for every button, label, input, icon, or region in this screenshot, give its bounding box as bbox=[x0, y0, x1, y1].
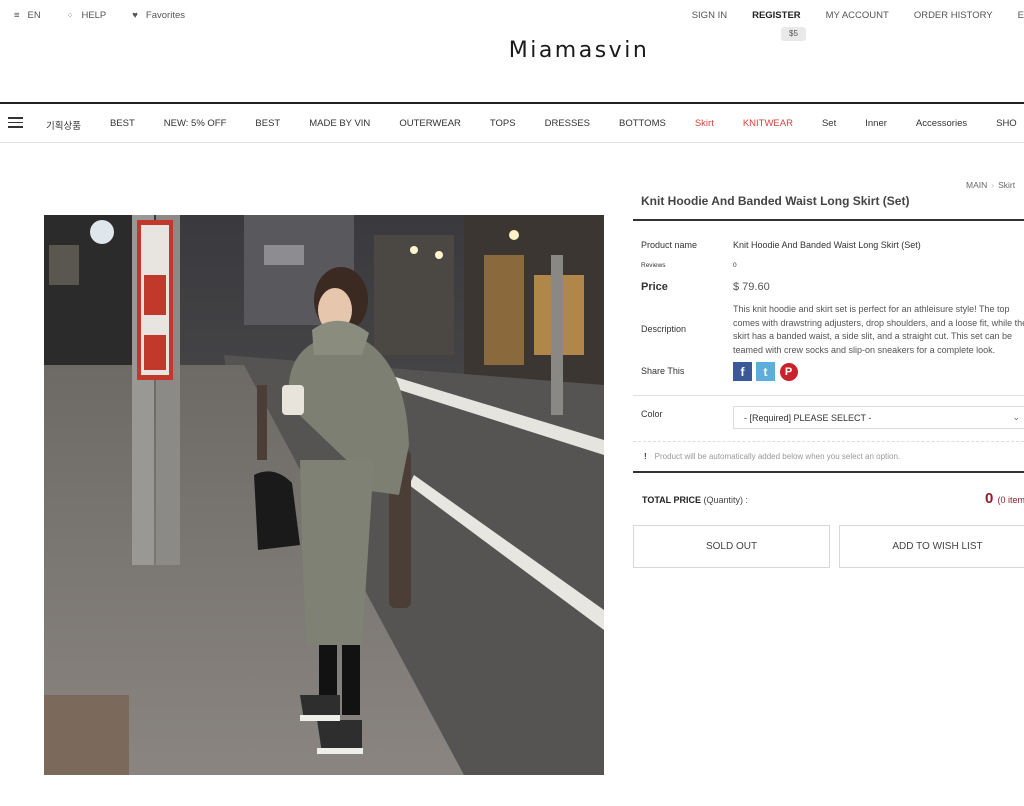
nav-item-made-by-vin[interactable]: MADE BY VIN bbox=[309, 118, 370, 132]
option-notice: ! Product will be automatically added bel… bbox=[633, 441, 1024, 470]
menu-lines-icon: ≡ bbox=[14, 10, 20, 21]
price-value: $ 79.60 bbox=[733, 281, 770, 293]
description-text: This knit hoodie and skirt set is perfec… bbox=[733, 304, 1024, 355]
nav-item-dresses[interactable]: DRESSES bbox=[545, 118, 590, 132]
price-label: Price bbox=[641, 281, 668, 293]
notice-text: Product will be automatically added belo… bbox=[654, 452, 901, 461]
share-label: Share This bbox=[641, 366, 685, 376]
total-price-label: TOTAL PRICE (Quantity) : bbox=[642, 495, 749, 505]
chevron-down-icon: ⌄ bbox=[1012, 412, 1020, 422]
color-label: Color bbox=[641, 409, 663, 419]
breadcrumb-main[interactable]: MAIN bbox=[966, 180, 987, 190]
nav-item-accessories[interactable]: Accessories bbox=[916, 118, 967, 132]
pinterest-icon[interactable]: P bbox=[779, 362, 798, 381]
nav-item-outerwear[interactable]: OUTERWEAR bbox=[399, 118, 461, 132]
main-navigation: 기획상품 BEST NEW: 5% OFF BEST MADE BY VIN O… bbox=[0, 102, 1024, 143]
language-selector[interactable]: ≡ EN bbox=[14, 10, 41, 21]
product-name-label: Product name bbox=[641, 240, 698, 250]
hamburger-menu-icon[interactable] bbox=[8, 117, 23, 128]
breadcrumb-chevron-icon: › bbox=[991, 180, 995, 190]
site-logo[interactable]: Miamasvin bbox=[0, 38, 1024, 63]
twitter-icon[interactable]: t bbox=[756, 362, 775, 381]
nav-item-new[interactable]: NEW: 5% OFF bbox=[164, 118, 227, 132]
breadcrumb-current[interactable]: Skirt bbox=[998, 180, 1015, 190]
nav-item-tops[interactable]: TOPS bbox=[490, 118, 516, 132]
breadcrumb: MAIN › Skirt bbox=[966, 180, 1015, 190]
register-link[interactable]: REGISTER bbox=[752, 10, 801, 21]
product-title: Knit Hoodie And Banded Waist Long Skirt … bbox=[641, 194, 910, 208]
divider bbox=[633, 395, 1024, 396]
truncated-link[interactable]: E bbox=[1018, 10, 1024, 21]
facebook-icon[interactable]: f bbox=[733, 362, 752, 381]
add-to-wish-list-button[interactable]: ADD TO WISH LIST bbox=[839, 525, 1024, 568]
help-link[interactable]: ⁘ HELP bbox=[67, 10, 107, 21]
my-account-link[interactable]: MY ACCOUNT bbox=[826, 10, 889, 21]
description-label: Description bbox=[641, 324, 687, 334]
total-price-row: TOTAL PRICE (Quantity) : 0 (0 item bbox=[633, 471, 1024, 523]
nav-item-knitwear[interactable]: KNITWEAR bbox=[743, 118, 793, 132]
heart-icon: ♥ bbox=[132, 10, 138, 21]
reviews-label: Reviews bbox=[641, 262, 666, 269]
nav-item-shoes[interactable]: SHO bbox=[996, 118, 1017, 132]
color-select[interactable]: - [Required] PLEASE SELECT - ⌄ bbox=[733, 406, 1024, 429]
title-divider bbox=[633, 219, 1024, 221]
color-select-value: - [Required] PLEASE SELECT - bbox=[744, 413, 872, 423]
order-history-link[interactable]: ORDER HISTORY bbox=[914, 10, 993, 21]
nav-item-bottoms[interactable]: BOTTOMS bbox=[619, 118, 666, 132]
grid-icon: ⁘ bbox=[66, 11, 74, 20]
sign-in-link[interactable]: SIGN IN bbox=[692, 10, 727, 21]
nav-item-set[interactable]: Set bbox=[822, 118, 836, 132]
favorites-link[interactable]: ♥ Favorites bbox=[132, 10, 185, 21]
product-name-value: Knit Hoodie And Banded Waist Long Skirt … bbox=[733, 240, 921, 250]
nav-item-best[interactable]: BEST bbox=[110, 118, 135, 132]
nav-item-best-2[interactable]: BEST bbox=[255, 118, 280, 132]
product-main-image[interactable] bbox=[44, 215, 604, 775]
sold-out-button[interactable]: SOLD OUT bbox=[633, 525, 830, 568]
share-icons: f t P bbox=[733, 362, 798, 381]
reviews-value[interactable]: 0 bbox=[733, 262, 737, 269]
nav-item-inner[interactable]: Inner bbox=[865, 118, 887, 132]
nav-item-special[interactable]: 기획상품 bbox=[46, 118, 81, 132]
total-price-value: 0 (0 item bbox=[985, 490, 1024, 507]
nav-item-skirt[interactable]: Skirt bbox=[695, 118, 714, 132]
top-utility-bar: ≡ EN ⁘ HELP ♥ Favorites SIGN IN REGISTER MY… bbox=[0, 0, 1024, 30]
notice-icon: ! bbox=[644, 452, 647, 461]
